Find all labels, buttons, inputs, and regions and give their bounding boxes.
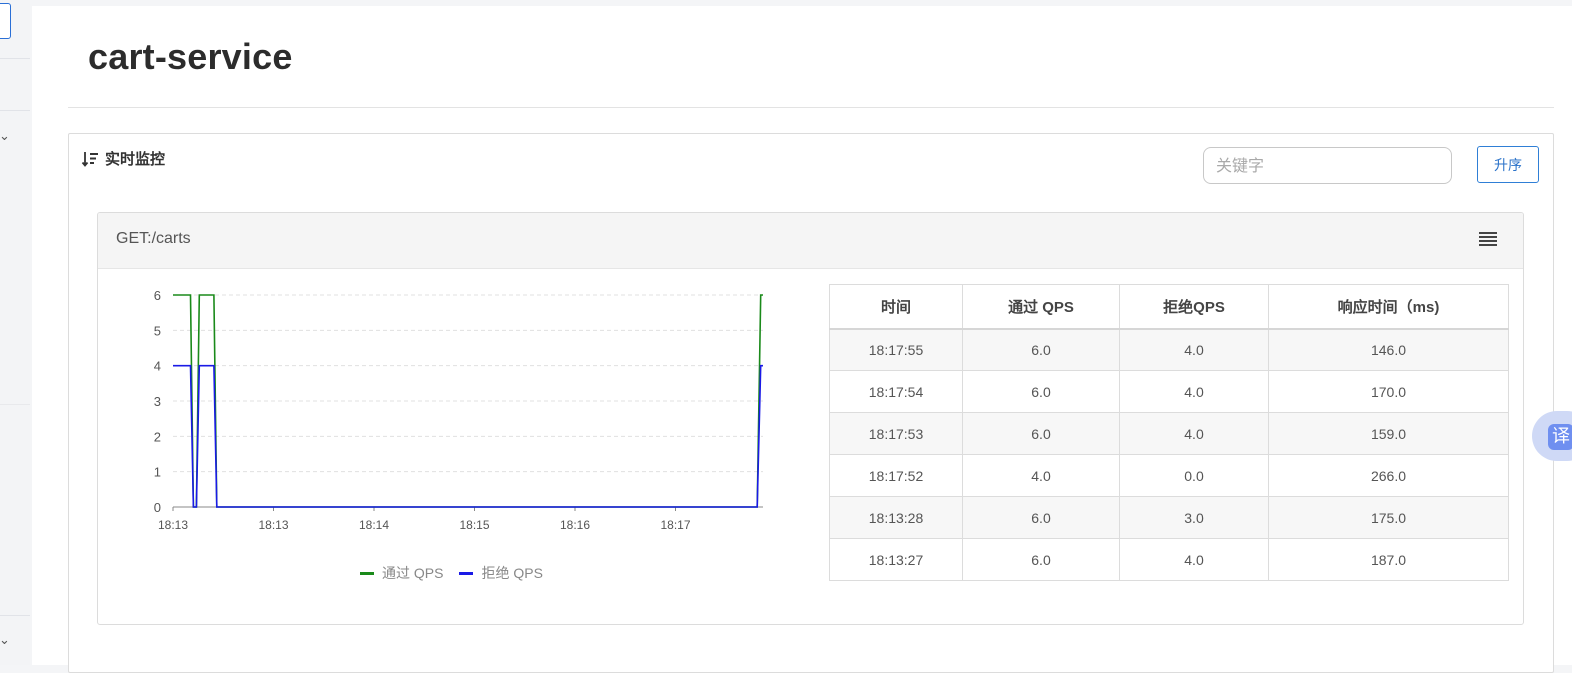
cell-block-qps: 3.0 [1119, 496, 1269, 539]
cell-pass-qps: 6.0 [962, 538, 1120, 581]
chart-legend: 通过 QPS 拒绝 QPS [360, 563, 543, 583]
chevron-down-icon[interactable]: ⌄ [0, 634, 10, 647]
keyword-search-input[interactable] [1203, 147, 1452, 184]
sidebar-divider [0, 615, 30, 616]
x-tick-label: 18:13 [258, 518, 288, 532]
x-tick-label: 18:17 [660, 518, 690, 532]
table-row: 18:13:27 6.0 4.0 187.0 [829, 538, 1509, 581]
cell-response-time: 187.0 [1268, 538, 1509, 581]
x-tick-label: 18:16 [560, 518, 590, 532]
sort-ascending-button[interactable]: 升序 [1477, 146, 1539, 183]
title-divider [68, 107, 1554, 108]
cell-time: 18:17:54 [829, 370, 963, 413]
main-content: cart-service 实时监控 升序 GET:/carts [32, 6, 1572, 673]
y-tick-label: 3 [154, 394, 161, 409]
cell-time: 18:17:53 [829, 412, 963, 455]
cell-block-qps: 4.0 [1119, 538, 1269, 581]
cell-block-qps: 4.0 [1119, 328, 1269, 371]
cell-time: 18:17:52 [829, 454, 963, 497]
sidebar-divider [0, 58, 30, 59]
sort-icon [81, 151, 98, 167]
cell-pass-qps: 6.0 [962, 370, 1120, 413]
cell-response-time: 175.0 [1268, 496, 1509, 539]
cell-pass-qps: 6.0 [962, 496, 1120, 539]
y-tick-label: 6 [154, 288, 161, 303]
column-header-response-time: 响应时间（ms) [1268, 284, 1509, 330]
cell-pass-qps: 6.0 [962, 328, 1120, 371]
translate-icon: 译 [1548, 424, 1572, 450]
legend-swatch [459, 571, 474, 575]
x-tick-label: 18:15 [459, 518, 489, 532]
sidebar: ⌄ ⌄ [0, 0, 30, 665]
y-tick-label: 4 [154, 359, 161, 374]
panel-heading: 实时监控 [81, 148, 165, 169]
y-tick-label: 1 [154, 465, 161, 480]
x-tick-label: 18:13 [158, 518, 188, 532]
legend-label: 拒绝 QPS [481, 565, 543, 581]
table-row: 18:17:53 6.0 4.0 159.0 [829, 412, 1509, 455]
column-header-block-qps: 拒绝QPS [1119, 284, 1269, 330]
card-title: GET:/carts [116, 230, 191, 247]
metrics-table: 时间 通过 QPS 拒绝QPS 响应时间（ms) 18:17:55 6.0 4.… [829, 284, 1509, 581]
panel-heading-label: 实时监控 [105, 150, 166, 168]
card-header: GET:/carts [98, 213, 1523, 269]
table-header-row: 时间 通过 QPS 拒绝QPS 响应时间（ms) [829, 284, 1509, 330]
sidebar-divider [0, 110, 30, 111]
resource-card: GET:/carts 0 1 2 3 4 5 6 18:13 18:13 18:14 18:15 18… [97, 212, 1524, 625]
cell-block-qps: 4.0 [1119, 412, 1269, 455]
realtime-monitor-panel: 实时监控 升序 GET:/carts 0 1 2 3 4 5 6 18:13 18:13 18:1… [68, 133, 1554, 673]
y-tick-label: 5 [154, 323, 161, 338]
legend-item-block-qps[interactable]: 拒绝 QPS [459, 563, 543, 583]
cell-block-qps: 0.0 [1119, 454, 1269, 497]
cell-response-time: 146.0 [1268, 328, 1509, 371]
menu-icon[interactable] [1478, 231, 1498, 247]
y-tick-label: 2 [154, 429, 161, 444]
legend-swatch [360, 571, 374, 575]
column-header-pass-qps: 通过 QPS [962, 284, 1120, 330]
page-title: cart-service [88, 36, 293, 77]
cell-time: 18:17:55 [829, 328, 963, 371]
sidebar-divider [0, 404, 30, 405]
legend-label: 通过 QPS [382, 565, 444, 581]
table-row: 18:17:55 6.0 4.0 146.0 [829, 328, 1509, 371]
chevron-down-icon[interactable]: ⌄ [0, 130, 10, 143]
cell-pass-qps: 6.0 [962, 412, 1120, 455]
cell-pass-qps: 4.0 [962, 454, 1120, 497]
cell-block-qps: 4.0 [1119, 370, 1269, 413]
cell-time: 18:13:28 [829, 496, 963, 539]
table-row: 18:13:28 6.0 3.0 175.0 [829, 496, 1509, 539]
cell-response-time: 170.0 [1268, 370, 1509, 413]
table-row: 18:17:52 4.0 0.0 266.0 [829, 454, 1509, 497]
sidebar-selected-item[interactable] [0, 3, 11, 39]
cell-response-time: 159.0 [1268, 412, 1509, 455]
x-tick-label: 18:14 [359, 518, 389, 532]
table-row: 18:17:54 6.0 4.0 170.0 [829, 370, 1509, 413]
legend-item-pass-qps[interactable]: 通过 QPS [360, 563, 443, 583]
cell-response-time: 266.0 [1268, 454, 1509, 497]
y-tick-label: 0 [154, 500, 161, 515]
column-header-time: 时间 [829, 284, 963, 330]
cell-time: 18:13:27 [829, 538, 963, 581]
qps-line-chart: 0 1 2 3 4 5 6 18:13 18:13 18:14 18:15 18:16 18:17 [154, 288, 763, 532]
